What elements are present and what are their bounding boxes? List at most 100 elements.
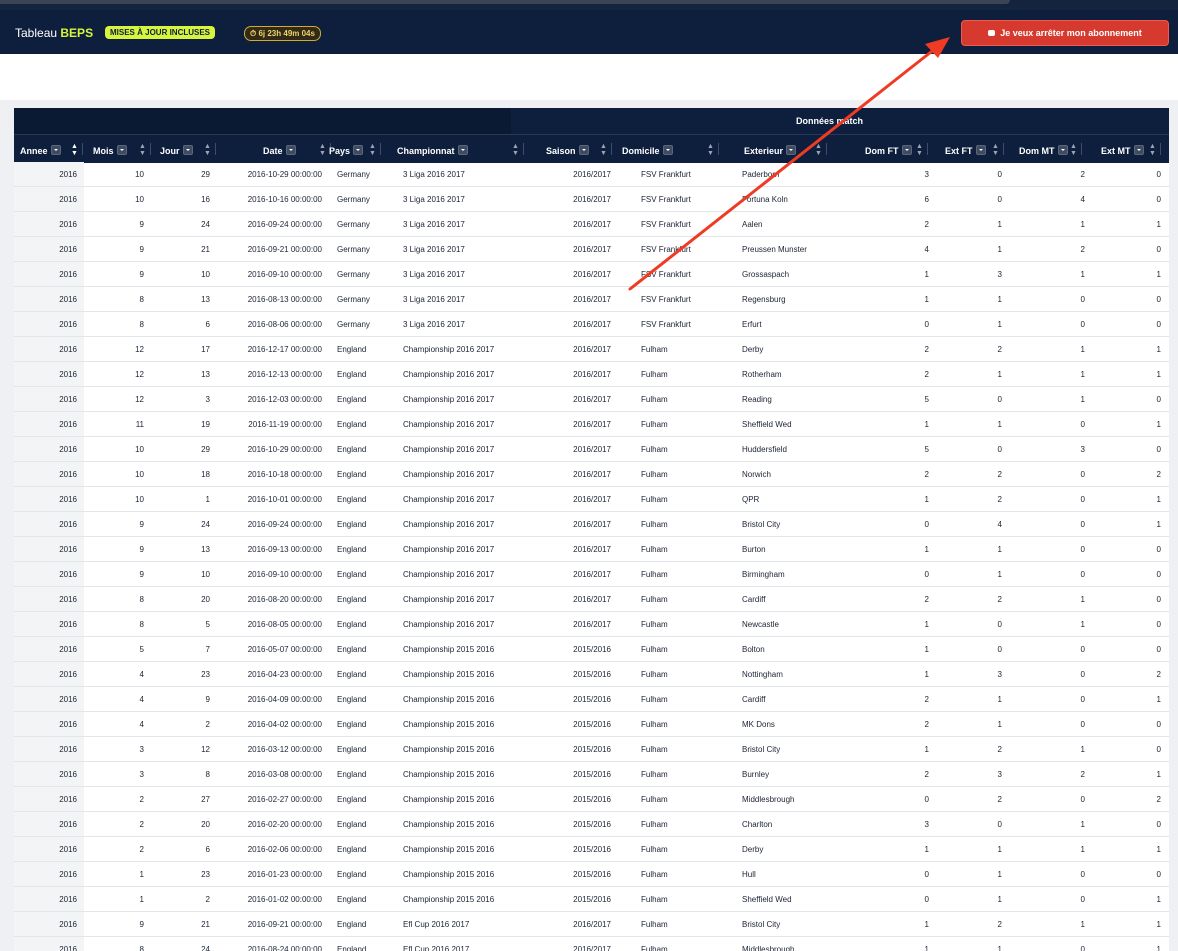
table-cell-dom-mt: 1: [1080, 270, 1085, 279]
column-header-pays[interactable]: Pays: [329, 145, 364, 156]
table-row[interactable]: 2016 9 21 2016-09-21 00:00:00 Germany 3 Liga …: [14, 237, 1169, 262]
table-row[interactable]: 2016 4 9 2016-04-09 00:00:00 England Champion…: [14, 687, 1169, 712]
column-separator[interactable]: [826, 143, 827, 155]
table-row[interactable]: 2016 8 6 2016-08-06 00:00:00 Germany 3 Liga 2…: [14, 312, 1169, 337]
filter-icon[interactable]: [786, 145, 797, 155]
filter-icon[interactable]: [50, 145, 61, 155]
table-row[interactable]: 2016 2 20 2016-02-20 00:00:00 England Champio…: [14, 812, 1169, 837]
table-row[interactable]: 2016 9 24 2016-09-24 00:00:00 England Champio…: [14, 512, 1169, 537]
column-separator[interactable]: [1160, 143, 1161, 155]
table-row[interactable]: 2016 4 23 2016-04-23 00:00:00 England Champio…: [14, 662, 1169, 687]
column-separator[interactable]: [523, 143, 524, 155]
filter-icon[interactable]: [1057, 145, 1068, 155]
filter-icon[interactable]: [975, 145, 986, 155]
stop-subscription-button[interactable]: Je veux arrêter mon abonnement: [961, 20, 1169, 46]
table-row[interactable]: 2016 2 27 2016-02-27 00:00:00 England Champio…: [14, 787, 1169, 812]
table-cell-date: 2016-12-17 00:00:00: [247, 345, 322, 354]
table-row[interactable]: 2016 11 19 2016-11-19 00:00:00 England Champi…: [14, 412, 1169, 437]
filter-icon[interactable]: [353, 145, 364, 155]
table-row[interactable]: 2016 3 12 2016-03-12 00:00:00 England Champio…: [14, 737, 1169, 762]
table-row[interactable]: 2016 8 13 2016-08-13 00:00:00 Germany 3 Liga …: [14, 287, 1169, 312]
column-separator[interactable]: [380, 143, 381, 155]
table-cell-exterieur: Bolton: [742, 645, 765, 654]
table-row[interactable]: 2016 10 1 2016-10-01 00:00:00 England Champio…: [14, 487, 1169, 512]
table-cell-dom-ft: 5: [924, 445, 929, 454]
table-row[interactable]: 2016 10 29 2016-10-29 00:00:00 England Champi…: [14, 437, 1169, 462]
column-header-dom-ft[interactable]: Dom FT: [865, 145, 912, 156]
table-row[interactable]: 2016 10 29 2016-10-29 00:00:00 Germany 3 Liga…: [14, 162, 1169, 187]
table-row[interactable]: 2016 2 6 2016-02-06 00:00:00 England Champion…: [14, 837, 1169, 862]
column-header-jour[interactable]: Jour: [160, 145, 193, 156]
table-row[interactable]: 2016 5 7 2016-05-07 00:00:00 England Champion…: [14, 637, 1169, 662]
sort-icon[interactable]: ▲ ▼: [815, 143, 822, 157]
column-separator[interactable]: [927, 143, 928, 155]
sort-icon[interactable]: ▲ ▼: [512, 143, 519, 157]
table-row[interactable]: 2016 12 17 2016-12-17 00:00:00 England Champi…: [14, 337, 1169, 362]
table-cell-pays: England: [337, 495, 367, 504]
column-header-date[interactable]: Date: [263, 145, 296, 156]
sort-icon[interactable]: ▲ ▼: [1070, 143, 1077, 157]
column-separator[interactable]: [215, 143, 216, 155]
table-row[interactable]: 2016 1 2 2016-01-02 00:00:00 England Champion…: [14, 887, 1169, 912]
table-row[interactable]: 2016 1 23 2016-01-23 00:00:00 England Champio…: [14, 862, 1169, 887]
table-cell-dom-mt: 0: [1080, 295, 1085, 304]
filter-icon[interactable]: [901, 145, 912, 155]
column-separator[interactable]: [1003, 143, 1004, 155]
table-row[interactable]: 2016 9 21 2016-09-21 00:00:00 England Efl Cup…: [14, 912, 1169, 937]
table-row[interactable]: 2016 9 10 2016-09-10 00:00:00 England Champio…: [14, 562, 1169, 587]
table-cell-championnat: 3 Liga 2016 2017: [403, 245, 465, 254]
filter-icon[interactable]: [285, 145, 296, 155]
column-header-ext-mt[interactable]: Ext MT: [1101, 145, 1144, 156]
column-header-championnat[interactable]: Championnat: [397, 145, 468, 156]
table-cell-dom-mt: 0: [1080, 720, 1085, 729]
sort-icon[interactable]: ▲ ▼: [1149, 143, 1156, 157]
column-separator[interactable]: [611, 143, 612, 155]
table-row[interactable]: 2016 9 10 2016-09-10 00:00:00 Germany 3 Liga …: [14, 262, 1169, 287]
table-cell-ext-ft: 2: [997, 920, 1002, 929]
sort-icon[interactable]: ▲ ▼: [600, 143, 607, 157]
table-cell-ext-mt: 0: [1156, 645, 1161, 654]
column-separator[interactable]: [1081, 143, 1082, 155]
table-cell-domicile: Fulham: [641, 595, 668, 604]
table-cell-saison: 2015/2016: [573, 870, 611, 879]
table-row[interactable]: 2016 10 16 2016-10-16 00:00:00 Germany 3 Liga…: [14, 187, 1169, 212]
table-row[interactable]: 2016 3 8 2016-03-08 00:00:00 England Champion…: [14, 762, 1169, 787]
table-cell-exterieur: Reading: [742, 395, 772, 404]
filter-icon[interactable]: [662, 145, 673, 155]
table-row[interactable]: 2016 9 24 2016-09-24 00:00:00 Germany 3 Liga …: [14, 212, 1169, 237]
table-cell-ext-mt: 0: [1156, 570, 1161, 579]
sort-icon[interactable]: ▲ ▼: [369, 143, 376, 157]
column-header-mois[interactable]: Mois: [93, 145, 127, 156]
sort-icon[interactable]: ▲ ▼: [204, 143, 211, 157]
column-header-saison[interactable]: Saison: [546, 145, 589, 156]
column-separator[interactable]: [718, 143, 719, 155]
sort-icon[interactable]: ▲ ▼: [319, 143, 326, 157]
table-row[interactable]: 2016 8 20 2016-08-20 00:00:00 England Champio…: [14, 587, 1169, 612]
column-header-dom-mt[interactable]: Dom MT: [1019, 145, 1068, 156]
table-row[interactable]: 2016 8 24 2016-08-24 00:00:00 England Efl Cup…: [14, 937, 1169, 951]
filter-icon[interactable]: [457, 145, 468, 155]
sort-icon[interactable]: ▲ ▼: [71, 143, 78, 157]
table-row[interactable]: 2016 12 3 2016-12-03 00:00:00 England Champio…: [14, 387, 1169, 412]
column-header-annee[interactable]: Annee: [20, 145, 61, 156]
table-cell-dom-ft: 1: [924, 745, 929, 754]
column-separator[interactable]: [82, 143, 83, 155]
column-header-ext-ft[interactable]: Ext FT: [945, 145, 986, 156]
column-header-domicile[interactable]: Domicile: [622, 145, 673, 156]
table-row[interactable]: 2016 12 13 2016-12-13 00:00:00 England Champi…: [14, 362, 1169, 387]
column-header-exterieur[interactable]: Exterieur: [744, 145, 797, 156]
table-row[interactable]: 2016 9 13 2016-09-13 00:00:00 England Champio…: [14, 537, 1169, 562]
column-separator[interactable]: [150, 143, 151, 155]
sort-icon[interactable]: ▲ ▼: [916, 143, 923, 157]
filter-icon[interactable]: [578, 145, 589, 155]
sort-icon[interactable]: ▲ ▼: [707, 143, 714, 157]
filter-icon[interactable]: [182, 145, 193, 155]
table-row[interactable]: 2016 4 2 2016-04-02 00:00:00 England Champion…: [14, 712, 1169, 737]
table-row[interactable]: 2016 10 18 2016-10-18 00:00:00 England Champi…: [14, 462, 1169, 487]
filter-icon[interactable]: [116, 145, 127, 155]
table-cell-dom-ft: 1: [924, 545, 929, 554]
table-row[interactable]: 2016 8 5 2016-08-05 00:00:00 England Champion…: [14, 612, 1169, 637]
filter-icon[interactable]: [1133, 145, 1144, 155]
sort-icon[interactable]: ▲ ▼: [992, 143, 999, 157]
sort-icon[interactable]: ▲ ▼: [139, 143, 146, 157]
